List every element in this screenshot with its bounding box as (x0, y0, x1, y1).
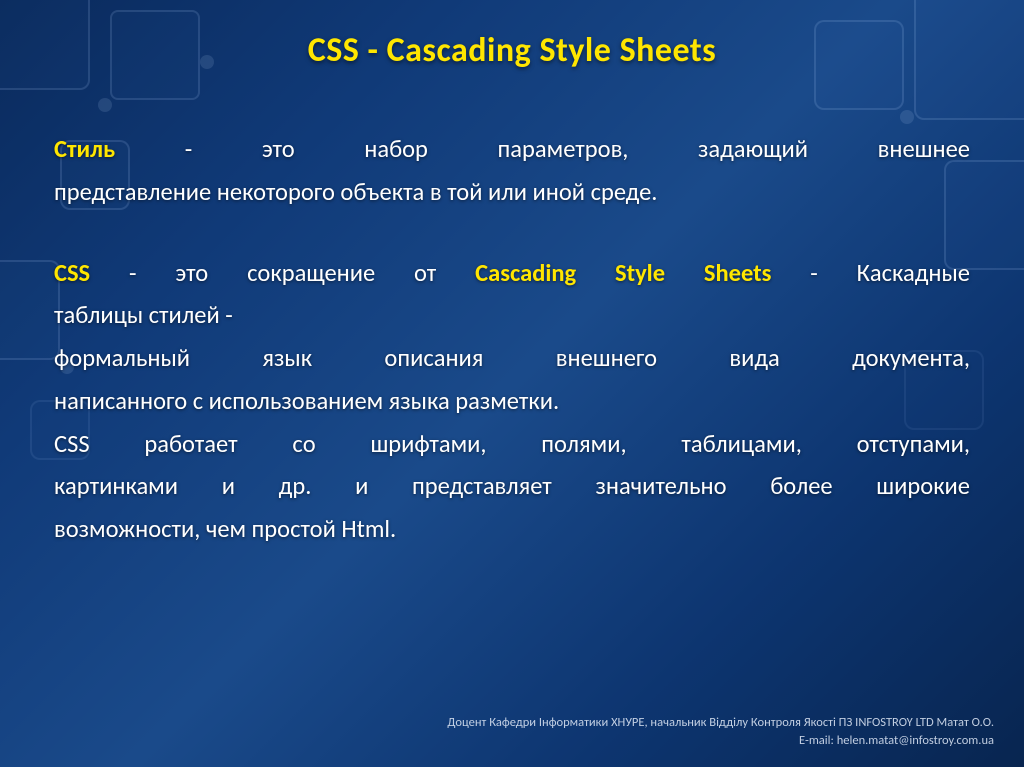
slide-body: Стиль - это набор параметров, задающий в… (54, 131, 970, 548)
paragraph-1-line-2: представление некоторого объекта в той и… (54, 174, 970, 211)
keyword-style: Стиль (54, 134, 115, 164)
keyword-css: CSS (54, 258, 90, 288)
slide-footer: Доцент Кафедри Інформатики ХНУРЕ, началь… (447, 714, 994, 752)
paragraph-2-line-1: CSS - это сокращение от Cascading Style … (54, 255, 970, 292)
paragraph-1-line-1: Стиль - это набор параметров, задающий в… (54, 131, 970, 168)
slide: CSS - Cascading Style Sheets Стиль - это… (0, 0, 1024, 767)
footer-line-1: Доцент Кафедри Інформатики ХНУРЕ, началь… (447, 714, 994, 733)
paragraph-3-line-2: написанного с использованием языка разме… (54, 383, 970, 420)
paragraph-4-line-2: картинками и др. и представляет значител… (54, 468, 970, 505)
paragraph-3-line-1: формальный язык описания внешнего вида д… (54, 340, 970, 377)
paragraph-4-line-1: CSS работает со шрифтами, полями, таблиц… (54, 426, 970, 463)
paragraph-4-line-3: возможности, чем простой Html. (54, 511, 970, 548)
p2l1-b: - Каскадные (771, 258, 970, 288)
slide-title: CSS - Cascading Style Sheets (54, 30, 970, 71)
footer-line-2: E-mail: helen.matat@infostroy.com.ua (447, 732, 994, 751)
keyword-cascading: Cascading Style Sheets (475, 258, 771, 288)
p2l1-a: - это сокращение от (90, 258, 475, 288)
paragraph-2-line-2: таблицы стилей - (54, 297, 970, 334)
p1l1-rest: - это набор параметров, задающий внешнее (115, 134, 970, 164)
